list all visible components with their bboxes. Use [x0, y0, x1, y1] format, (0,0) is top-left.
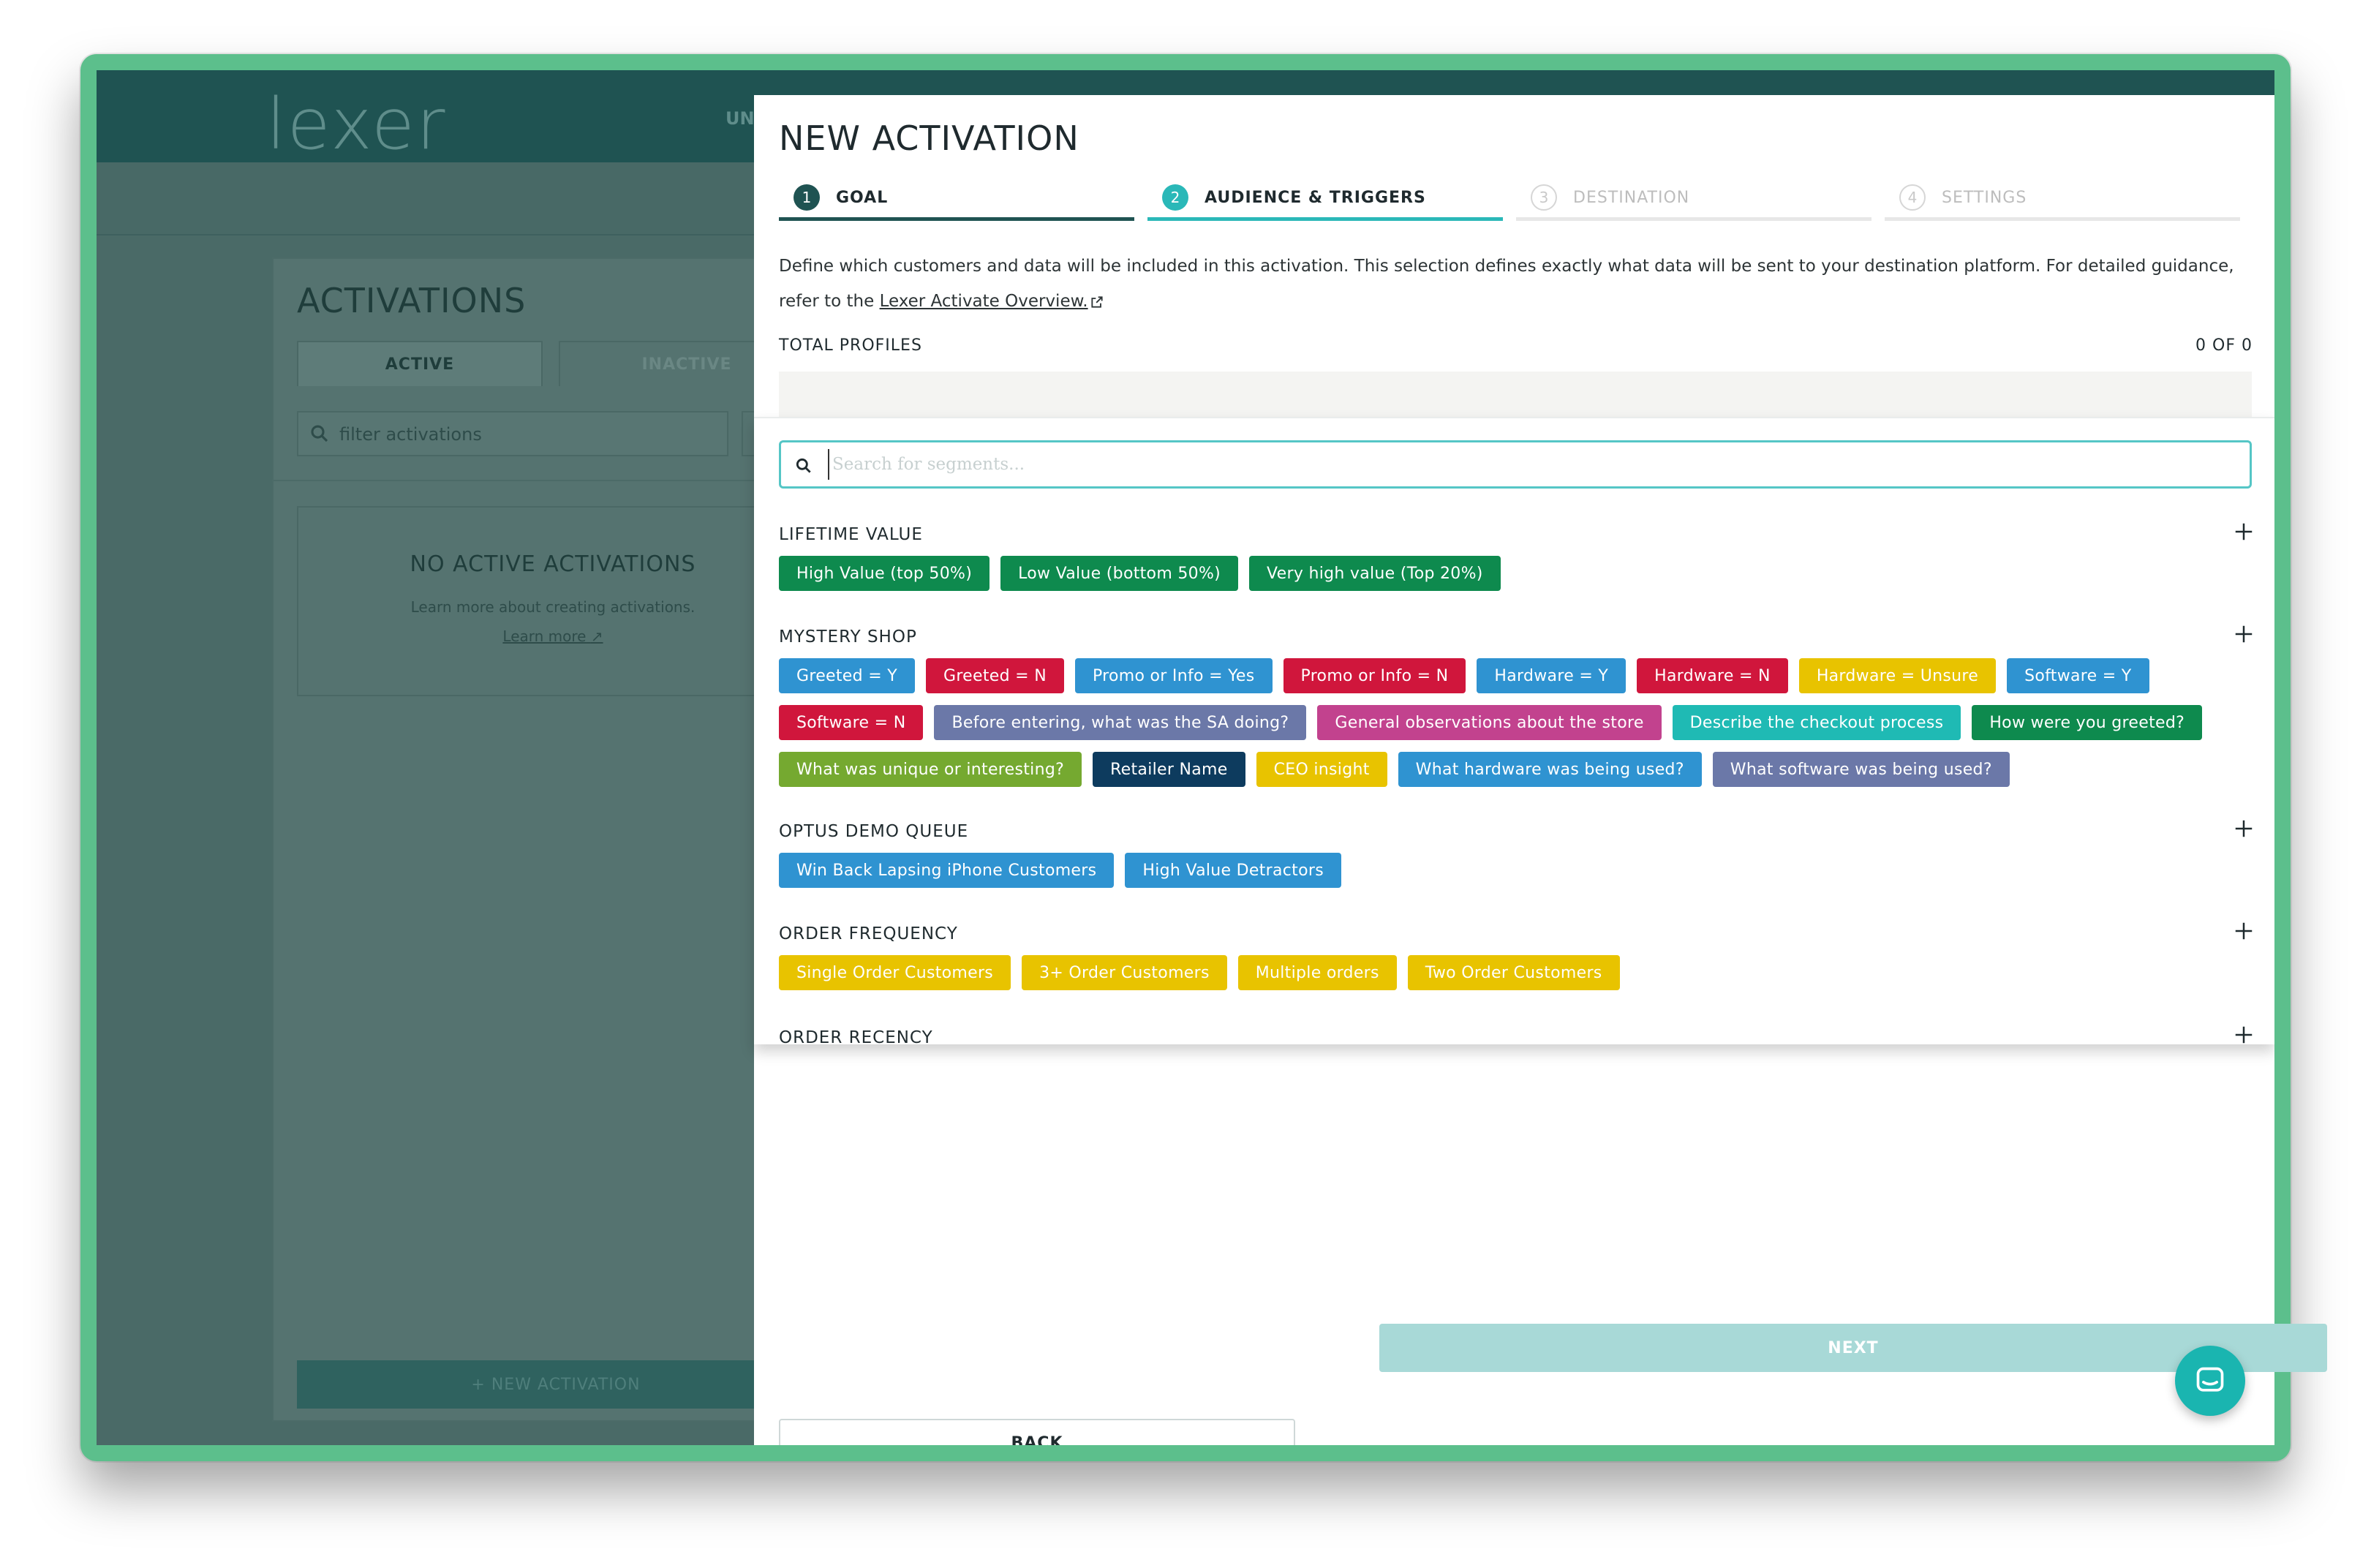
- segment-tag[interactable]: What hardware was being used?: [1398, 752, 1702, 787]
- expand-plus-icon[interactable]: [2233, 818, 2255, 840]
- segment-group-title: LIFETIME VALUE: [779, 525, 923, 544]
- segment-tag[interactable]: Very high value (Top 20%): [1249, 556, 1501, 591]
- segment-tag[interactable]: Retailer Name: [1093, 752, 1245, 787]
- step-progress-bar: [1885, 217, 2240, 221]
- step-audience-triggers[interactable]: 2 AUDIENCE & TRIGGERS: [1147, 184, 1503, 221]
- segment-tag[interactable]: Software = N: [779, 705, 924, 740]
- step-description: Define which customers and data will be …: [779, 249, 2242, 319]
- segment-tag[interactable]: High Value (top 50%): [779, 556, 990, 591]
- external-link-icon: [1091, 295, 1103, 308]
- segment-tag[interactable]: Win Back Lapsing iPhone Customers: [779, 853, 1115, 888]
- segment-tag[interactable]: How were you greeted?: [1972, 705, 2203, 740]
- step-label: DESTINATION: [1573, 189, 1690, 207]
- segment-tag[interactable]: 3+ Order Customers: [1022, 955, 1227, 990]
- segment-search-input[interactable]: [828, 449, 2217, 480]
- segment-tag[interactable]: CEO insight: [1256, 752, 1387, 787]
- segment-group-title: ORDER RECENCY: [779, 1028, 933, 1044]
- step-settings[interactable]: 4 SETTINGS: [1885, 184, 2240, 221]
- segment-tag[interactable]: Before entering, what was the SA doing?: [934, 705, 1307, 740]
- step-number: 3: [1531, 184, 1557, 211]
- lexer-logo: lexer: [266, 83, 447, 165]
- segment-tag[interactable]: Low Value (bottom 50%): [1000, 556, 1239, 591]
- step-number: 2: [1162, 184, 1188, 211]
- segment-tag[interactable]: Greeted = Y: [779, 658, 915, 693]
- search-icon: [796, 458, 811, 473]
- segment-tag[interactable]: Hardware = Y: [1477, 658, 1626, 693]
- step-progress-bar: [779, 217, 1134, 221]
- divider: [274, 480, 812, 481]
- step-label: GOAL: [836, 189, 889, 207]
- expand-plus-icon[interactable]: [2233, 623, 2255, 645]
- expand-plus-icon[interactable]: [2233, 920, 2255, 942]
- segment-tag-list: Greeted = Y Greeted = N Promo or Info = Ye…: [779, 658, 2249, 799]
- chat-icon: [2196, 1367, 2224, 1392]
- activations-panel: ACTIVATIONS ACTIVE INACTIVE filter activ…: [272, 257, 815, 1422]
- segment-tag[interactable]: Describe the checkout process: [1672, 705, 1961, 740]
- app-screen: lexer UN ACTIVATIONS ACTIVE INACTIVE fil…: [97, 70, 2274, 1445]
- filter-activations-input[interactable]: filter activations: [297, 411, 728, 456]
- segment-dropdown: LIFETIME VALUE High Value (top 50%) Low Va…: [754, 417, 2274, 1044]
- learn-more-label: Learn more: [502, 627, 587, 645]
- segment-tag[interactable]: What was unique or interesting?: [779, 752, 1082, 787]
- segment-tag[interactable]: What software was being used?: [1712, 752, 2010, 787]
- segment-tag[interactable]: Promo or Info = N: [1283, 658, 1466, 693]
- filter-placeholder: filter activations: [339, 424, 482, 445]
- segment-tag[interactable]: Multiple orders: [1237, 955, 1397, 990]
- activations-title: ACTIVATIONS: [297, 281, 527, 320]
- total-profiles-count: 0 OF 0: [2195, 336, 2253, 355]
- segment-tag-list: Single Order Customers 3+ Order Customers…: [779, 955, 2249, 1002]
- segment-tag[interactable]: Hardware = Unsure: [1798, 658, 1997, 693]
- empty-state-card: NO ACTIVE ACTIVATIONS Learn more about c…: [297, 506, 809, 696]
- segment-tag-list: Win Back Lapsing iPhone Customers High Va…: [779, 853, 2249, 900]
- search-icon: [311, 425, 328, 442]
- step-label: AUDIENCE & TRIGGERS: [1205, 189, 1426, 207]
- new-activation-button[interactable]: + NEW ACTIVATION: [297, 1360, 815, 1409]
- external-link-icon: ↗: [590, 627, 603, 645]
- expand-plus-icon[interactable]: [2233, 1024, 2255, 1044]
- chat-launcher-button[interactable]: [2175, 1346, 2245, 1416]
- header-nav-peek: UN: [725, 108, 755, 129]
- segment-tag[interactable]: Greeted = N: [925, 658, 1064, 693]
- step-progress-bar: [1516, 217, 1871, 221]
- segment-tag[interactable]: High Value Detractors: [1125, 853, 1341, 888]
- step-goal[interactable]: 1 GOAL: [779, 184, 1134, 221]
- modal-title: NEW ACTIVATION: [779, 118, 1079, 158]
- segment-tag[interactable]: Hardware = N: [1637, 658, 1788, 693]
- segment-group-title: OPTUS DEMO QUEUE: [779, 822, 969, 841]
- step-number: 1: [794, 184, 820, 211]
- segment-tag[interactable]: Two Order Customers: [1407, 955, 1620, 990]
- segment-tag-list: High Value (top 50%) Low Value (bottom 50…: [779, 556, 2249, 603]
- new-activation-modal: NEW ACTIVATION 1 GOAL 2 AUDIENCE & TRIGG…: [754, 95, 2274, 1445]
- window-frame: lexer UN ACTIVATIONS ACTIVE INACTIVE fil…: [80, 54, 2291, 1461]
- step-label: SETTINGS: [1942, 189, 2027, 207]
- segment-tag[interactable]: Single Order Customers: [779, 955, 1011, 990]
- segment-group-title: ORDER FREQUENCY: [779, 924, 958, 943]
- segment-tag[interactable]: Software = Y: [2007, 658, 2149, 693]
- step-destination[interactable]: 3 DESTINATION: [1516, 184, 1871, 221]
- segment-group-title: MYSTERY SHOP: [779, 627, 917, 647]
- overview-link-label: Lexer Activate Overview.: [879, 292, 1088, 311]
- profiles-bar: [779, 372, 2252, 417]
- learn-more-link[interactable]: Learn more ↗: [298, 627, 807, 645]
- step-number: 4: [1899, 184, 1926, 211]
- lexer-activate-overview-link[interactable]: Lexer Activate Overview.: [880, 292, 1088, 311]
- empty-state-subtitle: Learn more about creating activations.: [410, 598, 696, 616]
- back-button[interactable]: BACK: [779, 1419, 1295, 1445]
- segment-search-box[interactable]: [779, 440, 2252, 489]
- segment-tag[interactable]: Promo or Info = Yes: [1074, 658, 1273, 693]
- expand-plus-icon[interactable]: [2233, 521, 2255, 543]
- segment-tag[interactable]: General observations about the store: [1317, 705, 1662, 740]
- step-progress-bar: [1147, 217, 1503, 221]
- total-profiles-label: TOTAL PROFILES: [779, 336, 922, 355]
- tab-active[interactable]: ACTIVE: [297, 341, 543, 386]
- empty-state-title: NO ACTIVE ACTIVATIONS: [410, 551, 696, 577]
